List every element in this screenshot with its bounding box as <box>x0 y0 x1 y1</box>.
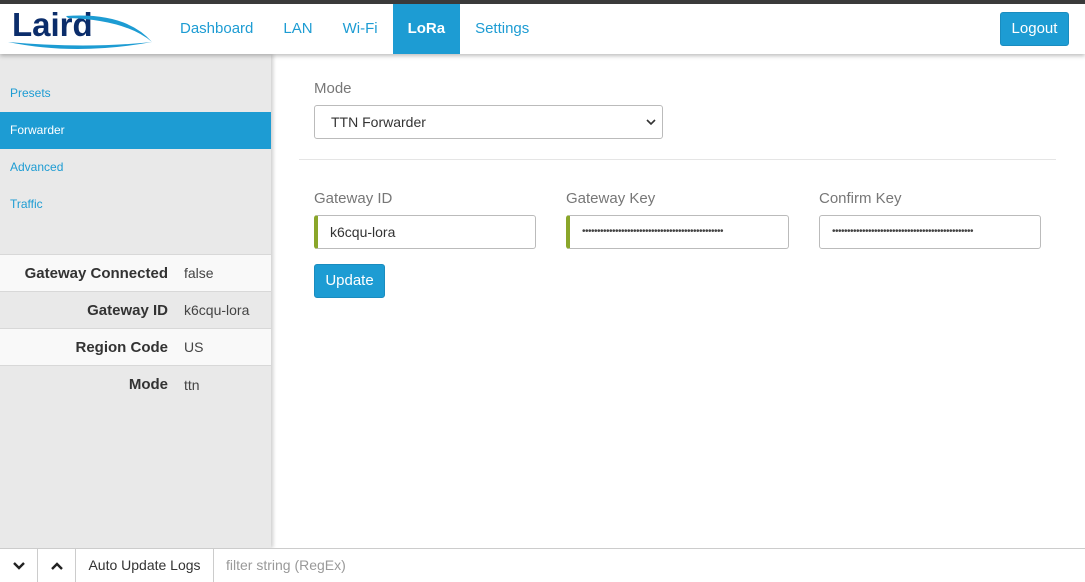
scroll-down-button[interactable] <box>0 549 38 582</box>
confirm-key-input[interactable]: ••••••••••••••••••••••••••••••••••••••••… <box>819 215 1041 249</box>
sidebar: Presets Forwarder Advanced Traffic Gatew… <box>0 54 271 548</box>
sidebar-item-forwarder[interactable]: Forwarder <box>0 112 271 149</box>
status-key: Gateway ID <box>87 301 168 319</box>
mode-select[interactable]: TTN Forwarder <box>314 105 663 139</box>
scroll-up-button[interactable] <box>38 549 76 582</box>
sidebar-item-traffic[interactable]: Traffic <box>0 186 271 223</box>
nav-wifi[interactable]: Wi-Fi <box>328 4 393 54</box>
chevron-up-icon <box>50 561 63 570</box>
confirm-key-label: Confirm Key <box>819 190 902 207</box>
status-value: k6cqu-lora <box>184 302 250 318</box>
divider <box>299 159 1056 160</box>
status-key: Region Code <box>75 338 169 356</box>
chevron-down-icon <box>645 106 657 138</box>
gateway-key-label: Gateway Key <box>566 190 656 207</box>
status-key: Gateway Connected <box>24 264 168 282</box>
sidebar-item-presets[interactable]: Presets <box>0 75 271 112</box>
mode-select-value: TTN Forwarder <box>331 114 426 130</box>
log-filter-input[interactable]: filter string (RegEx) <box>214 549 1085 582</box>
top-bar: Laird Dashboard LAN Wi-Fi LoRa Settings … <box>0 0 1085 54</box>
logout-button[interactable]: Logout <box>1000 12 1069 46</box>
status-value: US <box>184 339 204 355</box>
status-row: Gateway ID k6cqu-lora <box>0 292 271 329</box>
logo-text: Laird <box>12 6 93 43</box>
status-row: Region Code US <box>0 329 271 366</box>
gateway-key-input[interactable]: ••••••••••••••••••••••••••••••••••••••••… <box>566 215 789 249</box>
mode-label: Mode <box>314 80 352 97</box>
sidebar-item-advanced[interactable]: Advanced <box>0 149 271 186</box>
gateway-id-label: Gateway ID <box>314 190 393 207</box>
log-bar: Auto Update Logs filter string (RegEx) <box>0 548 1085 582</box>
status-row: Gateway Connected false <box>0 255 271 292</box>
laird-logo[interactable]: Laird <box>6 6 156 54</box>
main-nav: Dashboard LAN Wi-Fi LoRa Settings <box>165 4 544 54</box>
nav-lan[interactable]: LAN <box>268 4 327 54</box>
nav-lora[interactable]: LoRa <box>392 4 461 54</box>
chevron-down-icon <box>12 561 25 570</box>
update-button[interactable]: Update <box>314 264 385 298</box>
auto-update-logs-button[interactable]: Auto Update Logs <box>76 549 214 582</box>
status-key: Mode <box>128 376 168 393</box>
nav-dashboard[interactable]: Dashboard <box>165 4 268 54</box>
main-content: Mode TTN Forwarder Gateway ID k6cqu-lora… <box>271 54 1085 548</box>
sidebar-menu: Presets Forwarder Advanced Traffic <box>0 75 271 223</box>
status-row: Mode ttn <box>0 366 271 403</box>
nav-settings[interactable]: Settings <box>460 4 544 54</box>
gateway-id-input[interactable]: k6cqu-lora <box>314 215 536 249</box>
status-value: false <box>184 265 214 281</box>
status-table: Gateway Connected false Gateway ID k6cqu… <box>0 254 271 403</box>
status-value: ttn <box>184 376 200 393</box>
